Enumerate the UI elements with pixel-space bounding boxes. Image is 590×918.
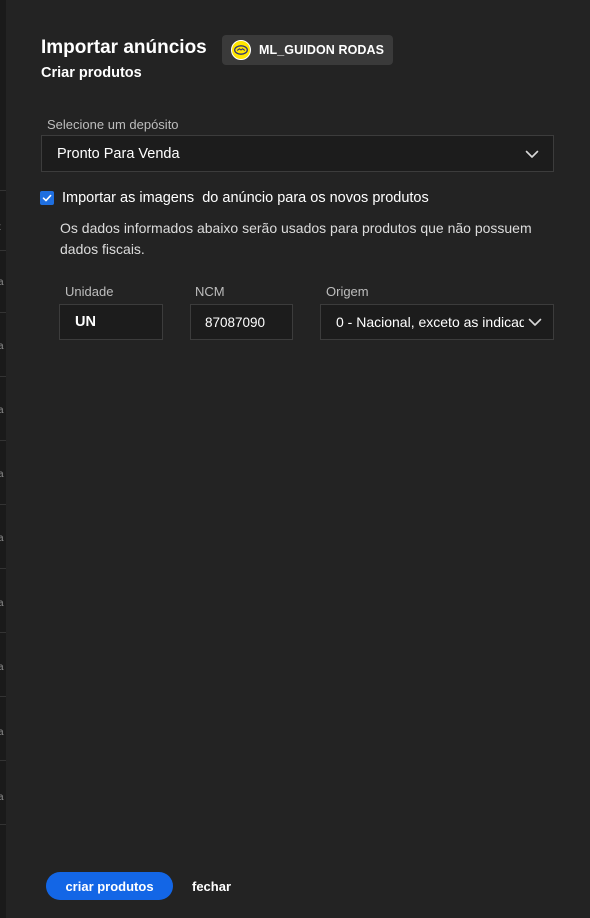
import-images-label: Importar as imagens do anúncio para os n… xyxy=(62,190,429,206)
drawer-title: Importar anúncios xyxy=(41,37,207,58)
unit-input-value: UN xyxy=(75,314,96,330)
chevron-down-icon xyxy=(525,150,539,158)
deposit-label: Selecione um depósito xyxy=(47,117,179,132)
unit-input[interactable]: UN xyxy=(59,304,163,340)
create-products-button[interactable]: criar produtos xyxy=(46,872,173,900)
ncm-input[interactable]: 87087090 xyxy=(190,304,293,340)
close-button[interactable]: fechar xyxy=(192,872,231,900)
ncm-label: NCM xyxy=(195,284,225,299)
account-name: ML_GUIDON RODAS xyxy=(259,43,385,57)
deposit-select-value: Pronto Para Venda xyxy=(57,145,180,162)
drawer-subtitle: Criar produtos xyxy=(41,65,142,81)
check-icon xyxy=(42,194,52,202)
chevron-down-icon xyxy=(528,318,542,326)
deposit-select[interactable]: Pronto Para Venda xyxy=(41,135,554,172)
origin-select[interactable]: 0 - Nacional, exceto as indicadas nos có… xyxy=(320,304,554,340)
ncm-input-value: 87087090 xyxy=(205,314,266,330)
origin-label: Origem xyxy=(326,284,369,299)
import-images-checkbox[interactable] xyxy=(40,191,54,205)
origin-select-value: 0 - Nacional, exceto as indicadas nos có… xyxy=(336,314,524,330)
unit-label: Unidade xyxy=(65,284,114,299)
account-badge: ML_GUIDON RODAS xyxy=(222,35,393,65)
import-listings-drawer: Importar anúncios ML_GUIDON RODAS Criar … xyxy=(6,0,590,918)
mercado-livre-logo-icon xyxy=(231,40,251,60)
fiscal-data-note: Os dados informados abaixo serão usados … xyxy=(60,220,532,257)
import-images-option[interactable]: Importar as imagens do anúncio para os n… xyxy=(40,190,429,206)
